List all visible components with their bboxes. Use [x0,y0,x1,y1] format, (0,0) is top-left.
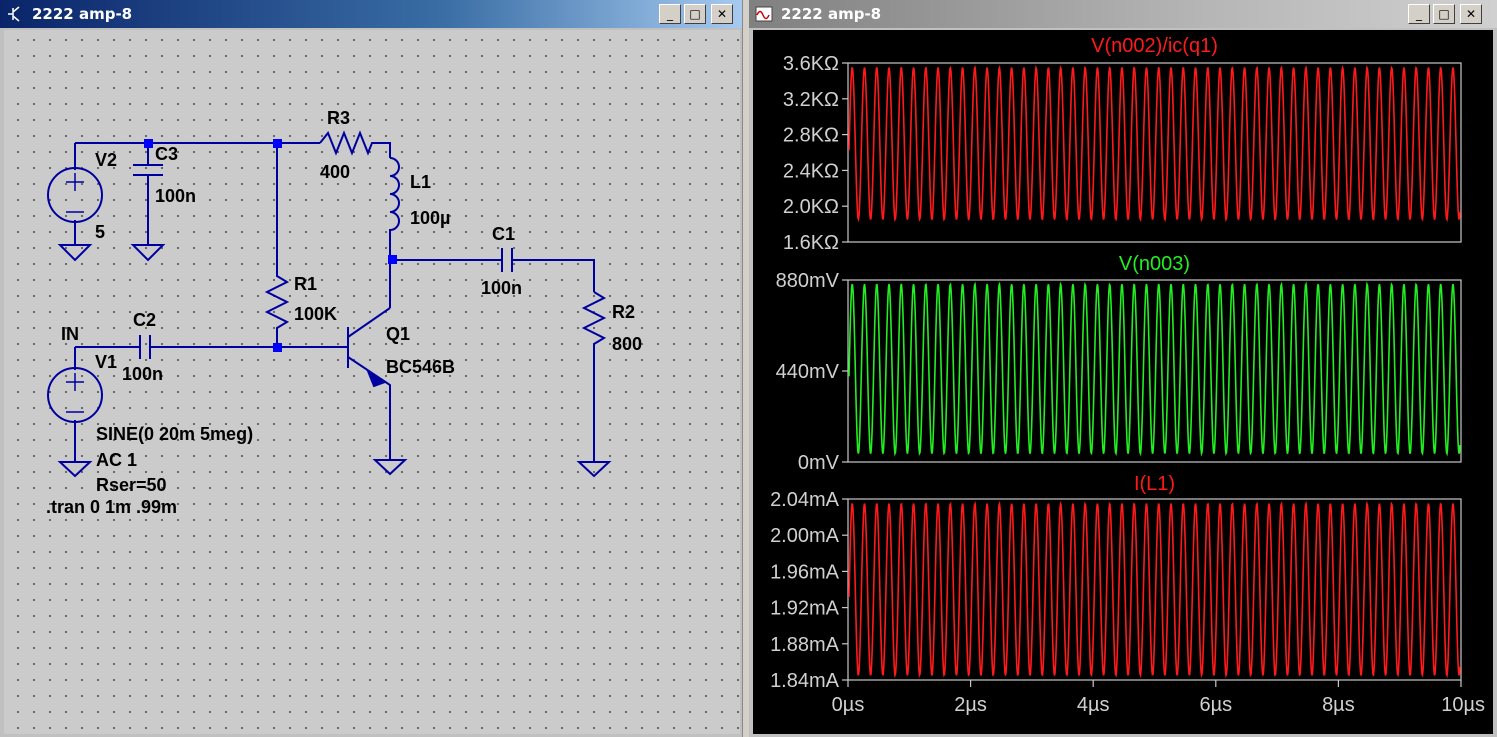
y-tick-label-2-3: 1.92mA [770,598,840,620]
x-tick-label-4: 8µs [1322,694,1355,716]
schematic-window: 2222 amp-8 _ □ ✕ V2 5 C3 100n R3 400 L1 … [0,0,743,737]
waveform-plot-area[interactable]: V(n002)/ic(q1) 3.6KΩ 3.2KΩ 2.8KΩ 2.4KΩ 2.0KΩ 1… [753,30,1493,734]
y-tick-label-0-3: 2.4KΩ [783,160,839,182]
v1-rser[interactable]: Rser=50 [96,475,167,495]
r2-resistor [581,291,607,462]
y-tick-label-2-5: 1.84mA [770,670,840,692]
schematic-titlebar[interactable]: 2222 amp-8 _ □ ✕ [0,0,742,28]
y-tick-label-0-0: 3.6KΩ [783,53,839,75]
schematic-canvas[interactable]: V2 5 C3 100n R3 400 L1 100µ C1 100n R1 1… [4,30,740,734]
r1-resistor [264,143,290,347]
minimize-button[interactable]: _ [1408,4,1430,24]
y-tick-label-2-1: 2.00mA [770,525,840,547]
q1-name[interactable]: Q1 [386,324,410,344]
close-button[interactable]: ✕ [711,4,733,24]
y-tick-label-2-0: 2.04mA [770,489,840,511]
v1-ground [57,461,93,478]
x-tick-label-5: 10µs [1441,694,1485,716]
c1-value[interactable]: 100n [481,278,522,298]
in-net-label[interactable]: IN [61,324,79,344]
c3-value[interactable]: 100n [155,186,196,206]
v1-name[interactable]: V1 [95,352,117,372]
y-tick-label-2-4: 1.88mA [770,634,840,656]
x-tick-label-2: 4µs [1077,694,1110,716]
l1-inductor [389,157,400,308]
x-tick-label-1: 2µs [954,694,987,716]
maximize-button[interactable]: □ [1433,4,1455,24]
r1-name[interactable]: R1 [294,274,317,294]
tran-directive[interactable]: .tran 0 1m .99m [46,497,177,517]
y-tick-label-0-1: 3.2KΩ [783,89,839,111]
c2-name[interactable]: C2 [133,310,156,330]
c1-name[interactable]: C1 [492,224,515,244]
schematic-app-icon [8,6,20,22]
r1-value[interactable]: 100K [294,304,337,324]
l1-name[interactable]: L1 [410,172,431,192]
c3-ground [130,244,166,262]
waveform-app-icon [755,6,773,22]
x-tick-label-0: 0µs [832,694,865,716]
v2-ground [57,244,93,262]
x-tick-label-3: 6µs [1199,694,1232,716]
schematic-window-title: 2222 amp-8 [32,5,133,23]
l1-value[interactable]: 100µ [410,208,450,228]
q1-ground [372,459,408,476]
v2-name[interactable]: V2 [95,150,117,170]
y-tick-label-0-4: 2.0KΩ [783,196,839,218]
y-tick-label-0-2: 2.8KΩ [783,125,839,147]
r3-name[interactable]: R3 [327,108,350,128]
waveform-plots: V(n002)/ic(q1) 3.6KΩ 3.2KΩ 2.8KΩ 2.4KΩ 2.0KΩ 1… [770,35,1485,716]
v2-value[interactable]: 5 [95,222,105,242]
c3-name[interactable]: C3 [155,144,178,164]
trace-title-2: I(L1) [1134,473,1175,495]
r3-value[interactable]: 400 [320,162,350,182]
r3-resistor [319,130,391,158]
trace-title-0: V(n002)/ic(q1) [1091,35,1218,57]
y-tick-label-1-0: 880mV [776,270,840,292]
trace-line-1 [848,281,1461,457]
y-tick-label-1-2: 0mV [798,452,840,474]
y-tick-label-0-5: 1.6KΩ [783,232,839,254]
y-tick-label-2-2: 1.96mA [770,561,840,583]
r2-value[interactable]: 800 [612,334,642,354]
schematic-drawing: V2 5 C3 100n R3 400 L1 100µ C1 100n R1 1… [46,108,642,517]
r2-name[interactable]: R2 [612,302,635,322]
trace-line-0 [848,64,1461,223]
waveform-window-title: 2222 amp-8 [781,5,882,23]
v1-ac[interactable]: AC 1 [96,450,137,470]
waveform-window: 2222 amp-8 _ □ ✕ V(n002)/ic(q1) 3.6KΩ 3.2K… [749,0,1497,737]
minimize-button[interactable]: _ [659,4,681,24]
waveform-titlebar[interactable]: 2222 amp-8 _ □ ✕ [749,0,1497,28]
maximize-button[interactable]: □ [684,4,706,24]
c2-value[interactable]: 100n [122,364,163,384]
y-tick-label-1-1: 440mV [776,361,840,383]
close-button[interactable]: ✕ [1460,4,1482,24]
trace-line-2 [848,500,1461,679]
q1-value[interactable]: BC546B [386,357,455,377]
r2-ground [576,461,612,478]
trace-title-1: V(n003) [1119,253,1190,275]
v1-sine[interactable]: SINE(0 20m 5meg) [96,424,253,444]
